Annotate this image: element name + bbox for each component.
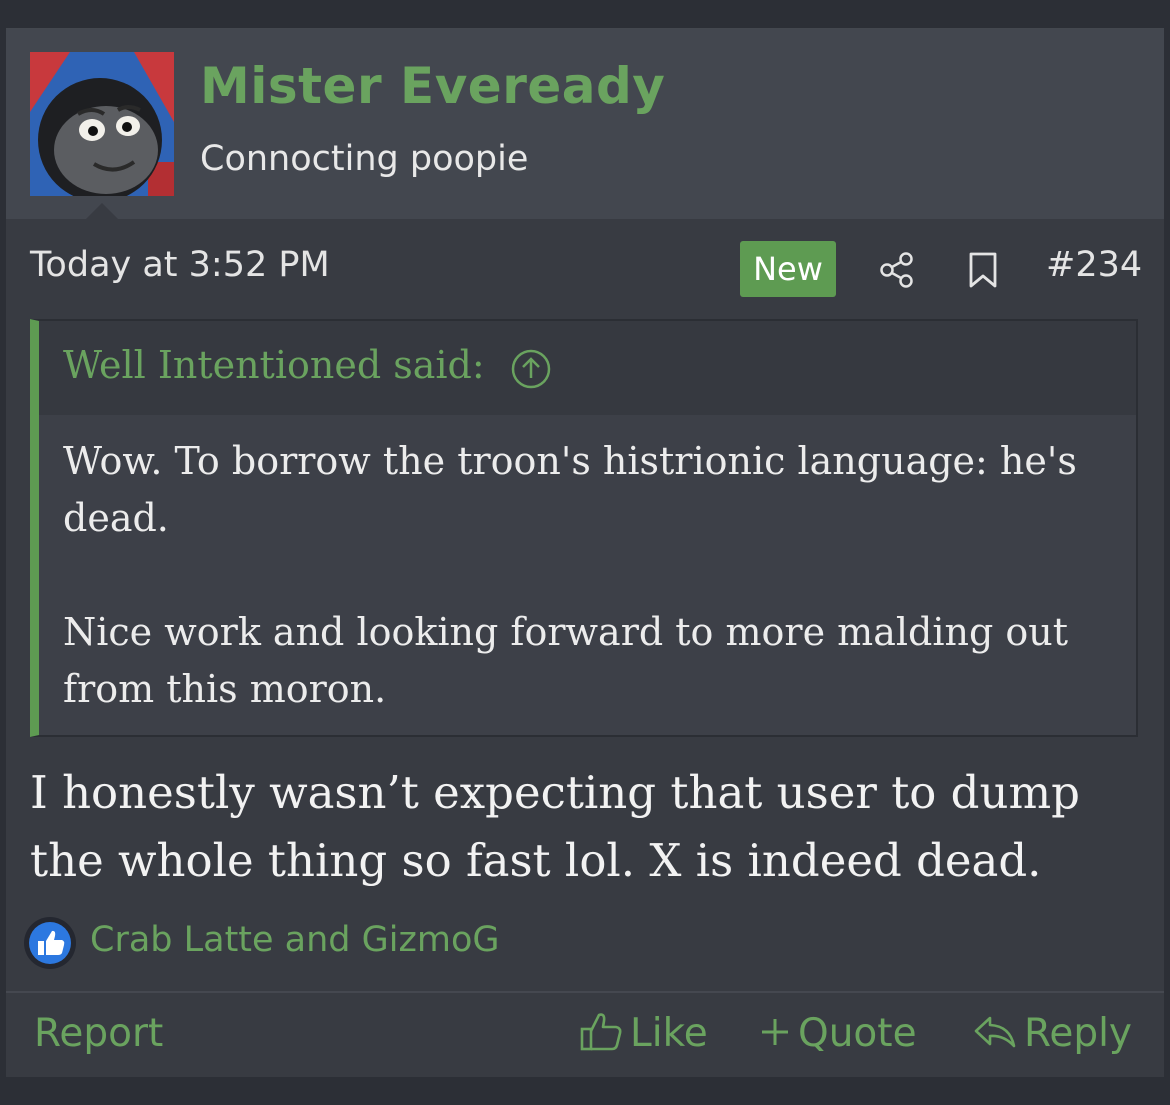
quote-label: Quote <box>798 1011 917 1056</box>
reply-arrow-icon <box>974 1016 1016 1047</box>
like-label: Like <box>630 1011 708 1056</box>
like-button[interactable]: Like <box>578 1011 708 1061</box>
reaction-users[interactable]: Crab Latte and GizmoG <box>90 920 500 960</box>
quote-body: Wow. To borrow the troon's histrionic la… <box>63 433 1123 718</box>
username[interactable]: Mister Eveready <box>200 57 665 115</box>
quote-header: Well Intentioned said: <box>39 321 1136 415</box>
quote-paragraph: Wow. To borrow the troon's histrionic la… <box>63 439 1077 540</box>
new-badge: New <box>740 241 836 297</box>
post-date[interactable]: Today at 3:52 PM <box>30 245 330 285</box>
post-number[interactable]: #234 <box>1046 245 1142 285</box>
quote-block: Well Intentioned said: Wow. To borrow th… <box>30 319 1138 737</box>
thumbs-up-outline-icon <box>580 1012 622 1050</box>
avatar[interactable] <box>30 52 174 196</box>
train-face-avatar-icon <box>30 52 174 196</box>
arrow-up-circle-icon[interactable] <box>509 347 553 391</box>
share-icon[interactable] <box>878 251 916 289</box>
thumbs-up-icon <box>24 917 76 969</box>
reply-button[interactable]: Reply <box>972 1011 1132 1061</box>
post-message: I honestly wasn’t expecting that user to… <box>30 766 1080 887</box>
post-card: Mister Eveready Connocting poopie Today … <box>6 28 1164 1077</box>
plus-icon <box>762 1018 788 1045</box>
quote-author[interactable]: Well Intentioned said: <box>63 343 485 387</box>
user-title: Connocting poopie <box>200 139 529 179</box>
user-header: Mister Eveready Connocting poopie <box>6 29 1164 219</box>
quote-button[interactable]: Quote <box>758 1011 917 1061</box>
reply-label: Reply <box>1024 1011 1133 1056</box>
avatar-pointer <box>86 203 118 219</box>
quote-paragraph: Nice work and looking forward to more ma… <box>63 610 1068 711</box>
footer-divider <box>6 991 1164 993</box>
report-button[interactable]: Report <box>34 1011 163 1056</box>
bookmark-icon[interactable] <box>966 251 1000 289</box>
